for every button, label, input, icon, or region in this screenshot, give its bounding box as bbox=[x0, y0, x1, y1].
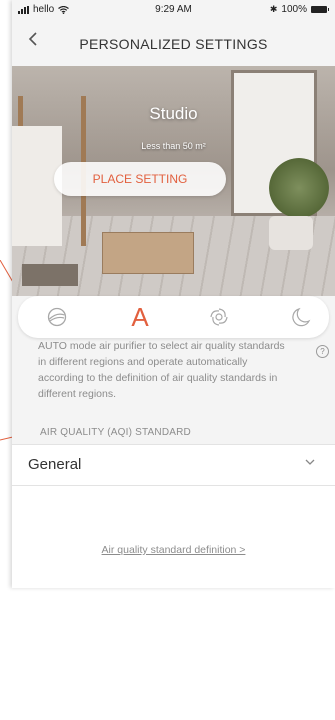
phone-screen: hello 9:29 AM ✱ 100% PERSONALIZED SETTIN… bbox=[12, 0, 335, 588]
room-name: Studio bbox=[149, 104, 198, 123]
page-title: PERSONALIZED SETTINGS bbox=[79, 36, 268, 52]
swirl-icon bbox=[210, 308, 228, 326]
aqi-standard-select[interactable]: General bbox=[12, 444, 335, 486]
aqi-standard-value: General bbox=[28, 456, 82, 473]
bluetooth-icon: ✱ bbox=[269, 4, 278, 14]
content-area bbox=[12, 486, 335, 588]
hero-plant bbox=[269, 158, 329, 218]
status-bar: hello 9:29 AM ✱ 100% bbox=[12, 0, 335, 20]
auto-mode-label: A bbox=[131, 301, 149, 332]
hero-chair bbox=[269, 216, 313, 250]
place-setting-button[interactable]: PLACE SETTING bbox=[54, 162, 226, 196]
aqi-definition-link[interactable]: Air quality standard definition > bbox=[12, 544, 335, 556]
moon-icon bbox=[292, 307, 311, 327]
power-mode-icon bbox=[47, 307, 67, 327]
header: PERSONALIZED SETTINGS bbox=[12, 26, 335, 58]
mode-off-button[interactable] bbox=[32, 296, 82, 338]
mode-sleep-button[interactable] bbox=[276, 296, 326, 338]
mode-auto-button[interactable]: A bbox=[115, 296, 165, 338]
help-icon[interactable]: ? bbox=[316, 345, 329, 358]
aqi-standard-label: AIR QUALITY (AQI) STANDARD bbox=[40, 427, 191, 438]
hero-box bbox=[102, 232, 194, 274]
mode-description: AUTO mode air purifier to select air qua… bbox=[38, 340, 285, 400]
battery-icon bbox=[311, 6, 329, 13]
mode-fan-button[interactable] bbox=[194, 296, 244, 338]
room-hero-image: Studio Less than 50 m² PLACE SETTING bbox=[12, 66, 335, 296]
battery-percent: 100% bbox=[281, 4, 307, 15]
hero-bench bbox=[22, 264, 78, 286]
room-area: Less than 50 m² bbox=[141, 141, 206, 151]
chevron-down-icon bbox=[305, 459, 315, 465]
mode-selector: A bbox=[18, 296, 329, 338]
